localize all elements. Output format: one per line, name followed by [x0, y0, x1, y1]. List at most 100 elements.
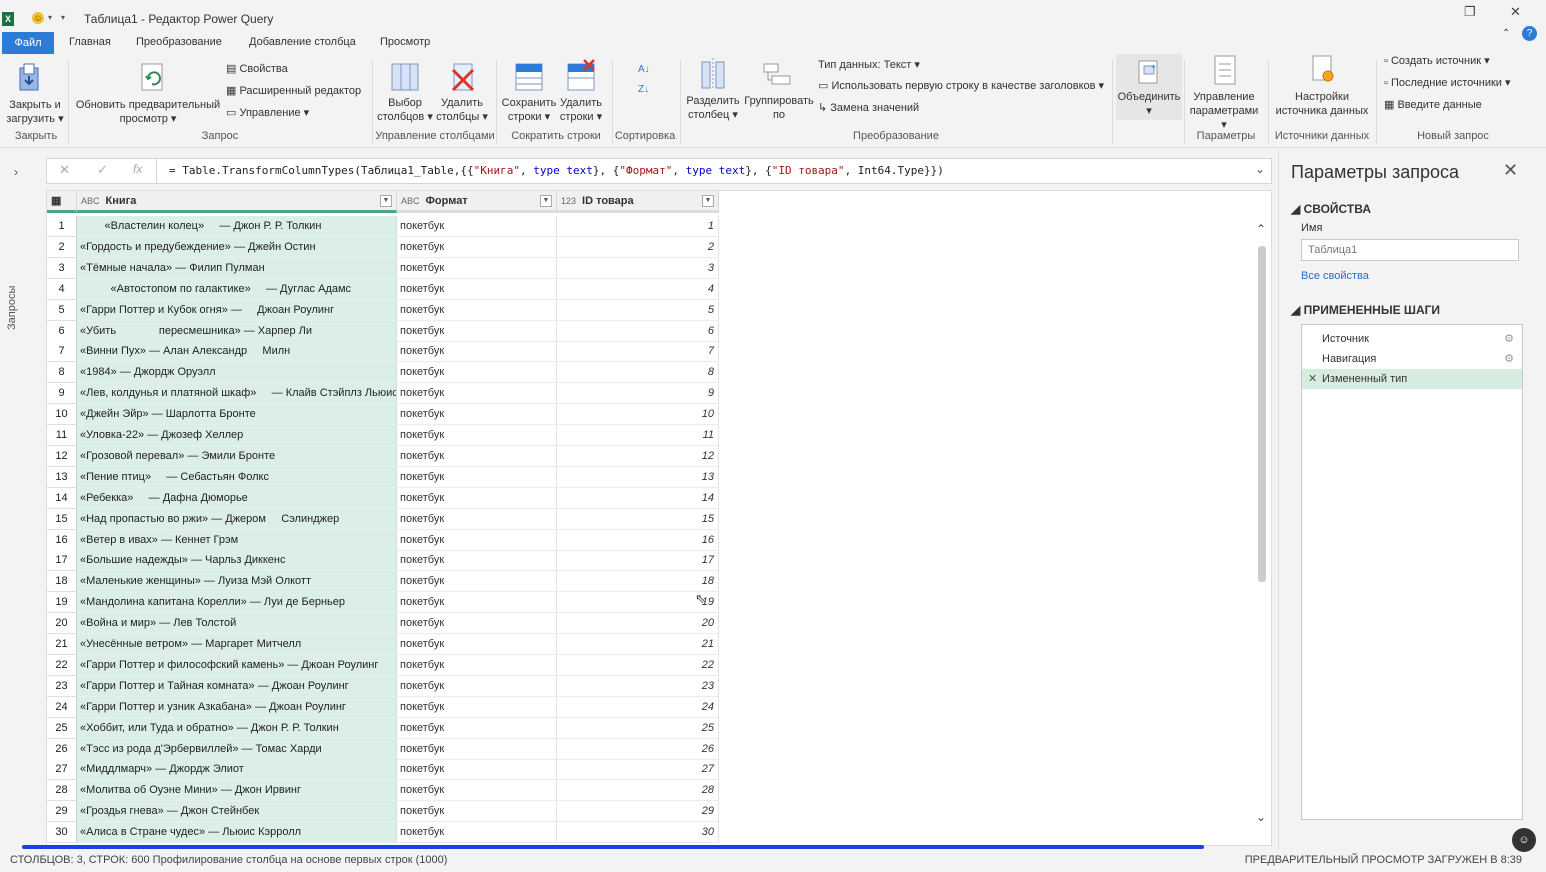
cell-format[interactable]: покетбук	[397, 236, 557, 258]
cell-id[interactable]: 11	[557, 425, 719, 446]
cell-id[interactable]: 13	[557, 466, 719, 488]
new-source-button[interactable]: ▫ Создать источник ▾	[1384, 54, 1490, 68]
cell-format[interactable]: покетбук	[397, 445, 557, 467]
tab-home[interactable]: Главная	[69, 36, 111, 48]
cell-id[interactable]: 16	[557, 529, 719, 551]
row-number[interactable]: 23	[47, 675, 77, 697]
cell-book[interactable]: «Гарри Поттер и Тайная комната» — Джоан …	[77, 675, 397, 697]
table-row[interactable]: 10 «Джейн Эйр» — Шарлотта Бронте покетбук 1…	[47, 404, 719, 426]
table-row[interactable]: 23 «Гарри Поттер и Тайная комната» — Джоа…	[47, 675, 719, 697]
cell-format[interactable]: покетбук	[397, 822, 557, 844]
row-number[interactable]: 24	[47, 696, 77, 718]
table-row[interactable]: 3 «Тёмные начала» — Филип Пулман покетбук 3	[47, 257, 719, 279]
row-number[interactable]: 10	[47, 404, 77, 426]
row-number[interactable]: 18	[47, 571, 77, 593]
row-number[interactable]: 3	[47, 257, 77, 279]
table-row[interactable]: 15 «Над пропастью во ржи» — Джером Сэлинд…	[47, 508, 719, 530]
cell-id[interactable]: 15	[557, 508, 719, 530]
cell-book[interactable]: «Лев, колдунья и платяной шкаф» — Клайв …	[77, 383, 397, 405]
cell-id[interactable]: 26	[557, 738, 719, 760]
cell-format[interactable]: покетбук	[397, 383, 557, 405]
gear-icon[interactable]: ⚙	[1504, 329, 1514, 349]
row-number[interactable]: 17	[47, 550, 77, 572]
cell-format[interactable]: покетбук	[397, 717, 557, 739]
queries-pane-label[interactable]: Запросы	[6, 286, 18, 330]
cell-id[interactable]: 28	[557, 780, 719, 802]
row-number[interactable]: 2	[47, 236, 77, 258]
cell-book[interactable]: «Маленькие женщины» — Луиза Мэй Олкотт	[77, 571, 397, 593]
tab-add-column[interactable]: Добавление столбца	[249, 36, 356, 48]
table-row[interactable]: 5 «Гарри Поттер и Кубок огня» — Джоан Роу…	[47, 299, 719, 321]
cell-format[interactable]: покетбук	[397, 320, 557, 342]
scroll-up-icon[interactable]: ⌃	[1256, 222, 1266, 236]
refresh-preview-button[interactable]: Обновить предварительный просмотр ▾	[74, 98, 222, 126]
vertical-scrollbar[interactable]: ⌃ ⌄	[1252, 218, 1272, 828]
cell-format[interactable]: покетбук	[397, 571, 557, 593]
replace-values-button[interactable]: ↳ Замена значений	[818, 101, 919, 115]
choose-columns-button[interactable]: Выбор столбцов ▾	[374, 96, 436, 124]
row-number[interactable]: 14	[47, 487, 77, 509]
sort-icon[interactable]: A↓ Z↓	[636, 58, 656, 98]
cell-format[interactable]: покетбук	[397, 529, 557, 551]
cell-book[interactable]: «Над пропастью во ржи» — Джером Сэлиндже…	[77, 508, 397, 530]
manage-params-icon[interactable]	[1212, 54, 1238, 86]
cell-format[interactable]: покетбук	[397, 550, 557, 572]
cell-id[interactable]: 6	[557, 320, 719, 342]
step-changed-type[interactable]: ✕ Измененный тип	[1302, 369, 1522, 389]
remove-columns-button[interactable]: Удалить столбцы ▾	[436, 96, 488, 124]
row-number[interactable]: 30	[47, 822, 77, 844]
cell-id[interactable]: 8	[557, 362, 719, 384]
row-number[interactable]: 4	[47, 278, 77, 300]
combine-icon[interactable]: +	[1136, 58, 1162, 88]
cell-book[interactable]: «Большие надежды» — Чарльз Диккенс	[77, 550, 397, 572]
cell-book[interactable]: «Властелин колец» — Джон Р. Р. Толкин	[77, 216, 397, 237]
cell-id[interactable]: 22	[557, 654, 719, 676]
table-row[interactable]: 6 «Убить пересмешника» — Харпер Ли покетбу…	[47, 320, 719, 342]
table-row[interactable]: 22 «Гарри Поттер и философский камень» — …	[47, 654, 719, 676]
cell-book[interactable]: «Хоббит, или Туда и обратно» — Джон Р. Р…	[77, 717, 397, 739]
row-number[interactable]: 22	[47, 654, 77, 676]
row-number[interactable]: 25	[47, 717, 77, 739]
tab-transform[interactable]: Преобразование	[136, 36, 222, 48]
feedback-icon[interactable]: ☺	[1512, 828, 1536, 852]
step-navigation[interactable]: Навигация ⚙	[1302, 349, 1522, 369]
table-row[interactable]: 27 «Миддлмарч» — Джордж Элиот покетбук 27	[47, 759, 719, 781]
cell-id[interactable]: 7	[557, 341, 719, 363]
smiley-icon[interactable]: ☺	[32, 12, 44, 24]
row-number[interactable]: 20	[47, 613, 77, 635]
cell-book[interactable]: «Уловка-22» — Джозеф Хеллер	[77, 425, 397, 446]
cell-id[interactable]: 1	[557, 216, 719, 237]
cell-id[interactable]: 9	[557, 383, 719, 405]
cell-format[interactable]: покетбук	[397, 216, 557, 237]
table-row[interactable]: 8 «1984» — Джордж Оруэлл покетбук 8	[47, 362, 719, 384]
table-row[interactable]: 17 «Большие надежды» — Чарльз Диккенс поке…	[47, 550, 719, 572]
table-row[interactable]: 19 «Мандолина капитана Корелли» — Луи де …	[47, 592, 719, 614]
fx-icon[interactable]: fx	[133, 162, 142, 176]
cell-id[interactable]: 23	[557, 675, 719, 697]
cell-book[interactable]: «Ребекка» — Дафна Дюморье	[77, 487, 397, 509]
tab-view[interactable]: Просмотр	[380, 36, 430, 48]
group-by-button[interactable]: Группировать по	[742, 94, 816, 122]
collapse-ribbon-icon[interactable]: ⌃	[1502, 28, 1510, 39]
cell-format[interactable]: покетбук	[397, 675, 557, 697]
cell-book[interactable]: «Винни Пух» — Алан Александр Милн	[77, 341, 397, 363]
cell-format[interactable]: покетбук	[397, 801, 557, 823]
scroll-down-icon[interactable]: ⌄	[1256, 810, 1266, 824]
cell-book[interactable]: «Тэсс из рода д'Эрбервиллей» — Томас Хар…	[77, 738, 397, 760]
table-row[interactable]: 16 «Ветер в ивах» — Кеннет Грэм покетбук 16	[47, 529, 719, 551]
keep-rows-icon[interactable]	[514, 58, 544, 92]
row-number[interactable]: 16	[47, 529, 77, 551]
cell-id[interactable]: 20	[557, 613, 719, 635]
column-header-id[interactable]: 123 ID товара ▼	[557, 191, 719, 213]
cell-format[interactable]: покетбук	[397, 299, 557, 321]
cell-format[interactable]: покетбук	[397, 759, 557, 781]
cell-format[interactable]: покетбук	[397, 487, 557, 509]
combine-button[interactable]: Объединить ▾	[1116, 90, 1182, 118]
table-row[interactable]: 12 «Грозовой перевал» — Эмили Бронте покет…	[47, 445, 719, 467]
scroll-thumb[interactable]	[1258, 246, 1266, 582]
filter-dropdown-icon[interactable]: ▼	[702, 195, 714, 207]
row-number[interactable]: 12	[47, 445, 77, 467]
cell-id[interactable]: 27	[557, 759, 719, 781]
cell-id[interactable]: 21	[557, 634, 719, 655]
cell-format[interactable]: покетбук	[397, 592, 557, 614]
